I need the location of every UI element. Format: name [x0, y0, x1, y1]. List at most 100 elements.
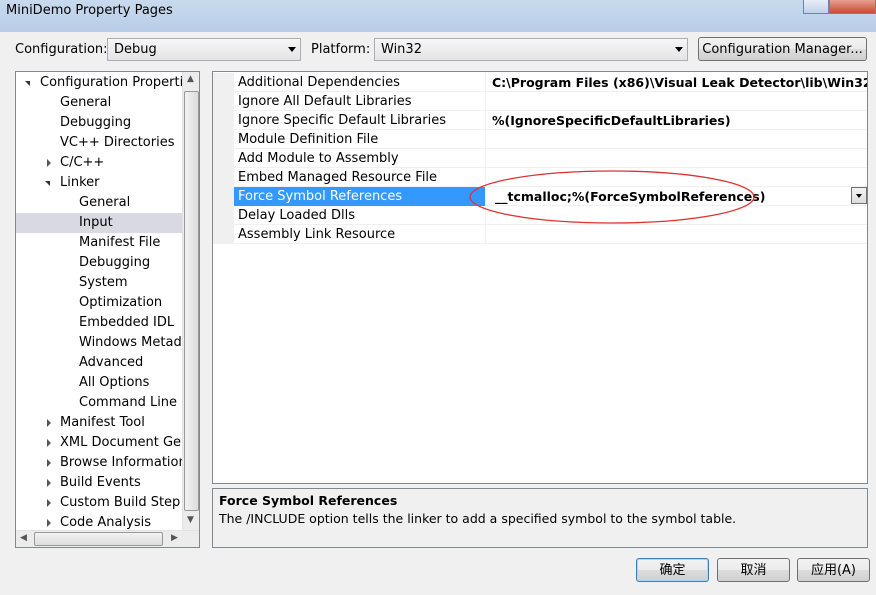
tree-item[interactable]: Windows Metada: [16, 333, 190, 353]
tree-item[interactable]: Optimization: [16, 293, 182, 313]
row-margin: [213, 130, 234, 149]
row-margin: [213, 149, 234, 168]
tree-item[interactable]: Linker: [16, 173, 182, 193]
minimize-button[interactable]: [803, 0, 829, 14]
collapsed-arrow-icon[interactable]: [47, 439, 51, 447]
row-margin: [213, 73, 234, 92]
tree-item[interactable]: Debugging: [16, 113, 182, 133]
row-margin: [213, 168, 234, 187]
tree-item[interactable]: Debugging: [16, 253, 182, 273]
tree-item-label: Optimization: [79, 295, 163, 310]
tree-item-label: General: [60, 95, 112, 110]
scroll-down-icon[interactable]: ▼: [187, 515, 194, 525]
property-name: Add Module to Assembly: [234, 149, 486, 168]
tree-item-label: Debugging: [79, 255, 151, 270]
property-name: Delay Loaded Dlls: [234, 206, 486, 225]
category-tree[interactable]: Configuration Properties General Debugging…: [15, 71, 200, 548]
scroll-thumb[interactable]: [184, 91, 199, 511]
title-bar: MiniDemo Property Pages: [0, 0, 876, 32]
cancel-button[interactable]: 取消: [717, 558, 790, 582]
tree-item-label: VC++ Directories: [60, 135, 175, 150]
tree-item[interactable]: C/C++: [16, 153, 182, 173]
property-value[interactable]: %(IgnoreSpecificDefaultLibraries): [490, 111, 867, 130]
tree-item[interactable]: All Options: [16, 373, 182, 393]
window-title: MiniDemo Property Pages: [6, 3, 173, 18]
collapsed-arrow-icon[interactable]: [47, 459, 51, 467]
tree-item[interactable]: Command Line: [16, 393, 182, 413]
collapsed-arrow-icon[interactable]: [47, 519, 51, 527]
property-row[interactable]: Ignore All Default Libraries: [213, 92, 867, 111]
expanded-arrow-icon[interactable]: [45, 181, 50, 186]
value-dropdown-button[interactable]: [851, 187, 867, 204]
ok-button[interactable]: 确定: [636, 558, 709, 582]
property-row[interactable]: Add Module to Assembly: [213, 149, 867, 168]
scroll-thumb[interactable]: [34, 532, 163, 546]
scroll-right-icon[interactable]: ▶: [171, 533, 178, 543]
tree-item-label: Advanced: [79, 355, 144, 370]
tree-item-label: XML Document Gene: [60, 435, 198, 450]
tree-item-label: Manifest File: [79, 235, 161, 250]
tree-item[interactable]: General: [16, 93, 182, 113]
configuration-select[interactable]: Debug: [107, 38, 301, 61]
property-name: Force Symbol References: [234, 187, 486, 206]
property-value[interactable]: [490, 206, 867, 225]
property-name: Module Definition File: [234, 130, 486, 149]
apply-button[interactable]: 应用(A): [797, 558, 870, 582]
collapsed-arrow-icon[interactable]: [47, 159, 51, 167]
collapsed-arrow-icon[interactable]: [47, 499, 51, 507]
tree-item[interactable]: Build Events: [16, 473, 182, 493]
property-value[interactable]: __tcmalloc;%(ForceSymbolReferences): [490, 187, 867, 206]
chevron-down-icon: [288, 47, 296, 52]
tree-item-label: All Options: [79, 375, 150, 390]
configuration-manager-button[interactable]: Configuration Manager...: [698, 37, 867, 61]
tree-item-label: Build Events: [60, 475, 141, 490]
collapsed-arrow-icon[interactable]: [47, 479, 51, 487]
tree-vertical-scrollbar[interactable]: ▲ ▼: [182, 72, 199, 530]
tree-item[interactable]: Manifest Tool: [16, 413, 182, 433]
tree-item[interactable]: Input: [16, 213, 182, 233]
tree-item[interactable]: Browse Information: [16, 453, 187, 473]
tree-item[interactable]: XML Document Gene: [16, 433, 197, 453]
tree-item[interactable]: Custom Build Step: [16, 493, 182, 513]
row-margin: [213, 92, 234, 111]
property-value[interactable]: [490, 168, 867, 187]
scroll-up-icon[interactable]: ▲: [187, 74, 194, 84]
scroll-left-icon[interactable]: ◀: [20, 533, 27, 543]
property-row[interactable]: Assembly Link Resource: [213, 225, 867, 244]
row-margin: [213, 206, 234, 225]
chevron-down-icon: [856, 194, 862, 198]
close-button[interactable]: [829, 0, 876, 14]
description-title: Force Symbol References: [219, 493, 398, 508]
tree-item[interactable]: General: [16, 193, 182, 213]
tree-item[interactable]: Advanced: [16, 353, 182, 373]
property-value[interactable]: [490, 92, 867, 111]
property-row[interactable]: Force Symbol References __tcmalloc;%(Forc…: [213, 187, 867, 206]
chevron-down-icon: [675, 47, 683, 52]
property-value[interactable]: [490, 149, 867, 168]
expanded-arrow-icon[interactable]: [25, 81, 30, 86]
property-name: Ignore All Default Libraries: [234, 92, 486, 111]
row-margin: [213, 225, 234, 244]
row-margin: [213, 187, 234, 206]
configuration-value: Debug: [114, 42, 157, 57]
property-row[interactable]: Delay Loaded Dlls: [213, 206, 867, 225]
property-row[interactable]: Embed Managed Resource File: [213, 168, 867, 187]
property-row[interactable]: Module Definition File: [213, 130, 867, 149]
tree-item[interactable]: Configuration Properties: [16, 73, 198, 93]
property-value[interactable]: [490, 130, 867, 149]
collapsed-arrow-icon[interactable]: [47, 419, 51, 427]
tree-item-label: Custom Build Step: [60, 495, 181, 510]
property-row[interactable]: Ignore Specific Default Libraries %(Ignor…: [213, 111, 867, 130]
platform-select[interactable]: Win32: [374, 38, 688, 61]
property-grid: Additional Dependencies C:\Program Files …: [212, 71, 868, 484]
tree-horizontal-scrollbar[interactable]: ◀ ▶: [16, 530, 199, 547]
property-row[interactable]: Additional Dependencies C:\Program Files …: [213, 73, 867, 92]
property-value[interactable]: [490, 225, 867, 244]
property-value[interactable]: C:\Program Files (x86)\Visual Leak Detec…: [490, 73, 867, 92]
tree-item[interactable]: Manifest File: [16, 233, 182, 253]
tree-item-label: Command Line: [79, 395, 178, 410]
tree-item[interactable]: Embedded IDL: [16, 313, 182, 333]
tree-item[interactable]: VC++ Directories: [16, 133, 182, 153]
tree-item[interactable]: System: [16, 273, 182, 293]
property-name: Additional Dependencies: [234, 73, 486, 92]
